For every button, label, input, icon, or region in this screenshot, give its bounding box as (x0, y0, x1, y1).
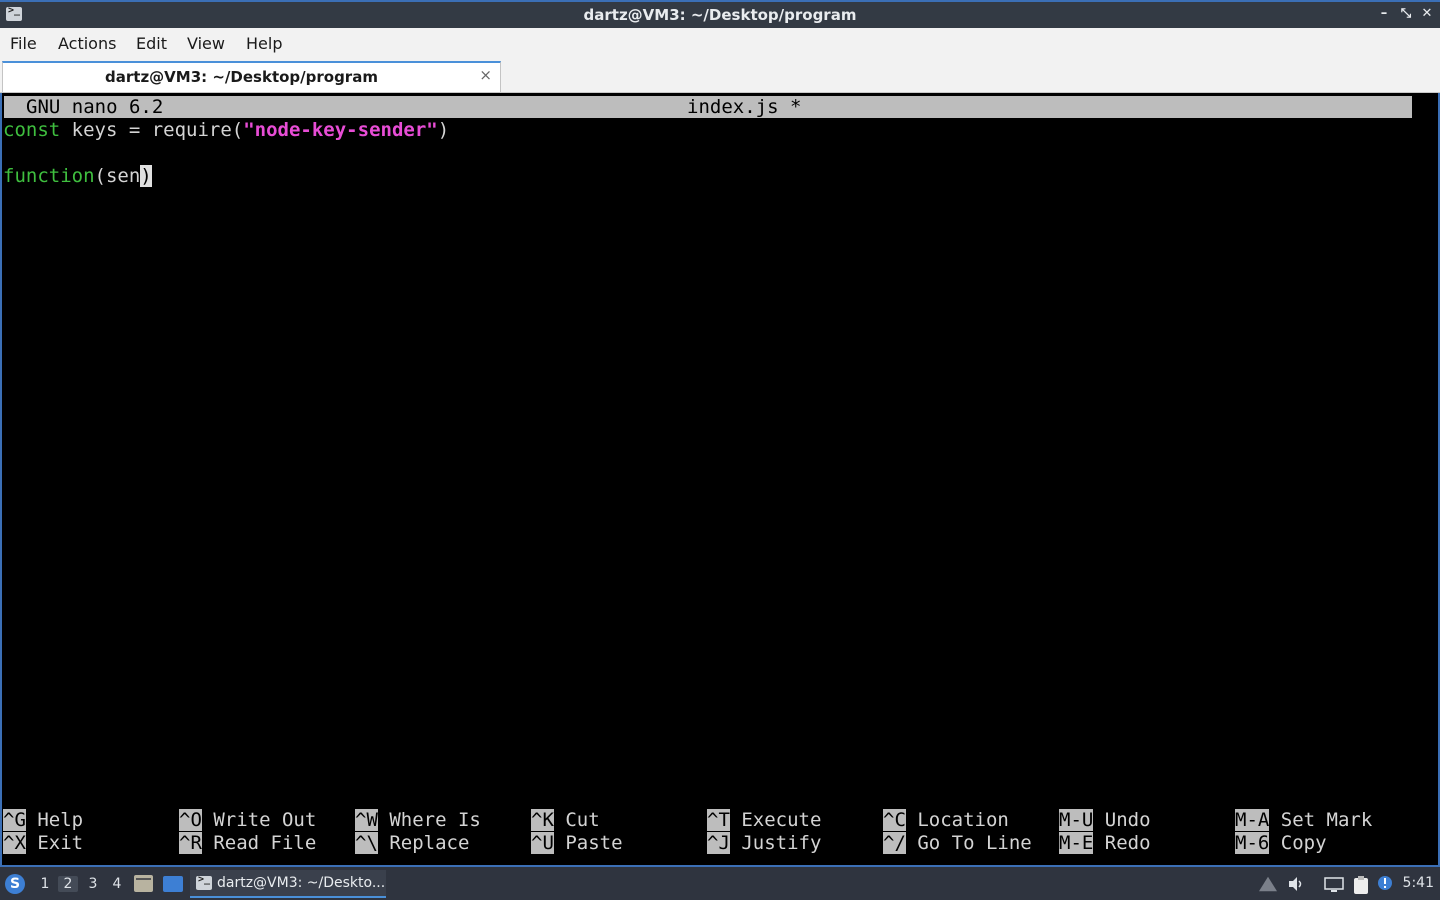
workspace-2[interactable]: 2 (58, 876, 78, 892)
shortcut-read-file: ^R Read File (179, 832, 316, 855)
shortcut-key: ^G (3, 809, 26, 831)
shortcut-key: ^C (883, 809, 906, 831)
keyword-function: function (3, 165, 95, 187)
shortcut-key: ^\ (355, 832, 378, 854)
shortcut-set-mark: M-A Set Mark (1235, 809, 1372, 832)
code-text: ) (437, 119, 450, 141)
shortcut-label: Read File (213, 832, 317, 854)
shortcut-label: Justify (741, 832, 822, 854)
shortcut-label: Location (917, 809, 1009, 831)
shortcut-label: Exit (37, 832, 84, 854)
shortcut-help: ^G Help (3, 809, 83, 832)
shortcut-location: ^C Location (883, 809, 1009, 832)
app-menu-icon[interactable]: S (5, 874, 25, 894)
tab-terminal[interactable]: dartz@VM3: ~/Desktop/program × (2, 61, 501, 92)
shortcut-go-to-line: ^/ Go To Line (883, 832, 1032, 855)
menu-help[interactable]: Help (246, 34, 282, 53)
close-button[interactable]: ✕ (1419, 5, 1435, 23)
shortcut-key: ^T (707, 809, 730, 831)
window-title: dartz@VM3: ~/Desktop/program (583, 6, 857, 24)
shortcut-cut: ^K Cut (531, 809, 600, 832)
shortcut-paste: ^U Paste (531, 832, 623, 855)
shortcut-label: Cut (565, 809, 600, 831)
nano-version: GNU nano 6.2 (26, 96, 164, 118)
shortcut-justify: ^J Justify (707, 832, 821, 855)
shortcut-label: Help (37, 809, 84, 831)
shortcut-write-out: ^O Write Out (179, 809, 316, 832)
shortcut-key: M-U (1059, 809, 1094, 831)
shortcut-label: Where Is (389, 809, 481, 831)
text-cursor: ) (140, 165, 152, 187)
volume-icon[interactable] (1287, 875, 1305, 893)
shortcut-where-is: ^W Where Is (355, 809, 481, 832)
menu-actions[interactable]: Actions (58, 34, 116, 53)
menu-file[interactable]: File (10, 34, 37, 53)
shortcut-execute: ^T Execute (707, 809, 821, 832)
tab-close-icon[interactable]: × (479, 66, 492, 84)
shortcut-key: ^K (531, 809, 554, 831)
shortcut-key: ^J (707, 832, 730, 854)
menu-view[interactable]: View (187, 34, 225, 53)
shortcut-label: Go To Line (917, 832, 1032, 854)
clock[interactable]: 5:41 (1403, 875, 1434, 891)
workspace-4[interactable]: 4 (107, 876, 127, 892)
menu-edit[interactable]: Edit (136, 34, 167, 53)
window-titlebar[interactable]: >_ dartz@VM3: ~/Desktop/program – ⤡ ✕ (0, 0, 1440, 28)
file-manager-icon[interactable] (134, 875, 153, 892)
keyword-const: const (3, 119, 61, 141)
shortcut-label: Redo (1104, 832, 1151, 854)
shortcut-key: ^O (179, 809, 202, 831)
shortcut-key: ^/ (883, 832, 906, 854)
task-label: dartz@VM3: ~/Deskto... (217, 875, 386, 891)
shortcut-copy: M-6 Copy (1235, 832, 1327, 855)
shortcut-label: Execute (741, 809, 822, 831)
shortcut-key: ^U (531, 832, 554, 854)
shortcut-replace: ^\ Replace (355, 832, 469, 855)
code-text: keys = require( (60, 119, 244, 141)
editor-line-1: const keys = require("node-key-sender") (3, 119, 449, 142)
shortcut-label: Undo (1104, 809, 1151, 831)
shortcut-label: Set Mark (1280, 809, 1373, 831)
taskbar-task-terminal[interactable]: >_ dartz@VM3: ~/Deskto... (190, 870, 386, 898)
string-literal: "node-key-sender" (243, 119, 438, 141)
tab-bar: dartz@VM3: ~/Desktop/program × (0, 60, 1440, 93)
workspace-3[interactable]: 3 (83, 876, 103, 892)
shortcut-label: Replace (389, 832, 470, 854)
show-desktop-icon[interactable] (163, 876, 183, 892)
clipboard-icon[interactable] (1352, 875, 1370, 894)
terminal-icon: >_ (196, 874, 212, 890)
display-icon[interactable] (1324, 875, 1344, 893)
shortcut-key: ^X (3, 832, 26, 854)
shortcut-undo: M-U Undo (1059, 809, 1151, 832)
menu-bar: File Actions Edit View Help (0, 28, 1440, 60)
taskbar: S 1 2 3 4 >_ dartz@VM3: ~/Deskto... 5:41 (0, 868, 1440, 900)
shortcut-label: Paste (565, 832, 623, 854)
shortcut-key: M-E (1059, 832, 1094, 854)
network-icon[interactable] (1259, 876, 1277, 892)
shortcut-label: Copy (1280, 832, 1327, 854)
maximize-button[interactable]: ⤡ (1398, 5, 1414, 23)
terminal-area[interactable]: GNU nano 6.2 index.js * const keys = req… (0, 93, 1440, 867)
nano-title-bar: GNU nano 6.2 index.js * (4, 96, 1412, 118)
shortcut-key: M-6 (1235, 832, 1270, 854)
editor-line-3: function(sen) (3, 165, 152, 188)
minimize-button[interactable]: – (1376, 5, 1392, 23)
shortcut-key: M-A (1235, 809, 1270, 831)
shortcut-key: ^R (179, 832, 202, 854)
code-text: (sen (94, 165, 141, 187)
shortcut-exit: ^X Exit (3, 832, 83, 855)
update-notifier-icon[interactable] (1377, 875, 1395, 893)
nano-filename: index.js * (687, 96, 802, 118)
workspace-1[interactable]: 1 (35, 876, 55, 892)
shortcut-key: ^W (355, 809, 378, 831)
tab-label: dartz@VM3: ~/Desktop/program (105, 68, 378, 86)
shortcut-label: Write Out (213, 809, 317, 831)
shortcut-redo: M-E Redo (1059, 832, 1151, 855)
